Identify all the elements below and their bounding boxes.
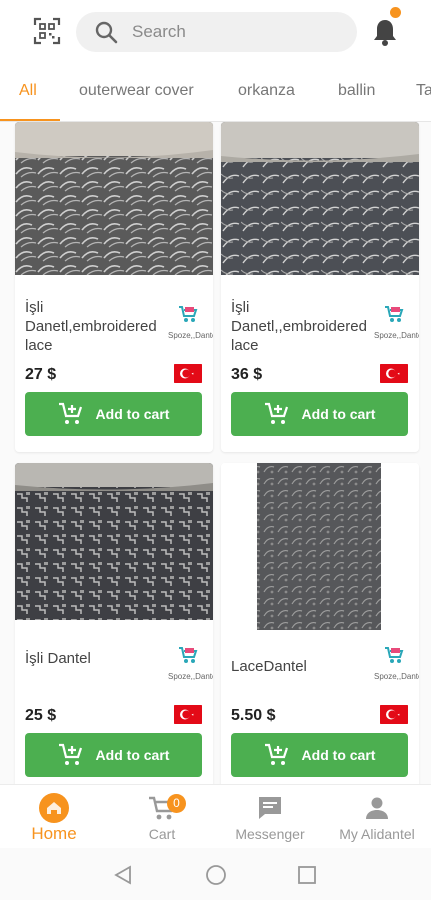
app-screen: Search All outerwear cover orkanza balli…	[0, 0, 431, 900]
store-icon	[179, 306, 198, 322]
product-price: 36 $	[231, 366, 263, 383]
product-image[interactable]	[15, 463, 213, 620]
turkey-flag-icon	[380, 705, 408, 724]
add-cart-icon	[58, 402, 82, 424]
product-card[interactable]: LaceDantel Spoze,,Dantel 5.50 $	[221, 463, 419, 784]
cart-count-badge: 0	[167, 794, 186, 813]
category-tabs: All outerwear cover orkanza ballin Ta	[0, 64, 431, 122]
system-navigation-bar	[0, 848, 431, 900]
notification-dot	[390, 7, 401, 18]
nav-my-alidantel[interactable]: My Alidantel	[323, 785, 431, 849]
search-input[interactable]: Search	[76, 12, 357, 52]
nav-cart-label: Cart	[148, 826, 176, 842]
nav-messenger-label: Messenger	[235, 826, 305, 842]
add-to-cart-label: Add to cart	[301, 406, 376, 422]
search-placeholder: Search	[132, 22, 186, 41]
scan-icon	[33, 17, 61, 45]
product-card[interactable]: İşli Dantel Spoze,,Dantel 25 $	[15, 463, 213, 784]
seller-name: Spoze,,Dantel	[374, 331, 419, 340]
tab-outerwear-cover[interactable]: outerwear cover	[79, 82, 194, 100]
nav-cart[interactable]: 0 Cart	[108, 785, 216, 849]
product-price: 5.50 $	[231, 707, 276, 724]
product-title[interactable]: LaceDantel	[231, 657, 376, 676]
home-circle-icon[interactable]	[205, 864, 227, 886]
product-title[interactable]: İşli Danetl,embroidered lace	[25, 298, 170, 355]
add-cart-icon	[58, 743, 82, 765]
add-to-cart-label: Add to cart	[95, 406, 170, 422]
seller-badge[interactable]: Spoze,,Dantel	[168, 645, 213, 682]
add-to-cart-label: Add to cart	[95, 747, 170, 763]
nav-home-label: Home	[31, 824, 77, 843]
message-icon	[259, 797, 281, 819]
bottom-navigation: Home 0 Cart Messenger My Alidantel	[0, 784, 431, 848]
product-grid: İşli Danetl,embroidered lace Spoze,,Dant…	[0, 122, 431, 784]
product-price: 27 $	[25, 366, 57, 383]
store-icon	[179, 647, 198, 663]
turkey-flag-icon	[174, 705, 202, 724]
product-image[interactable]	[221, 122, 419, 275]
add-to-cart-button[interactable]: Add to cart	[25, 733, 202, 777]
person-icon	[366, 797, 388, 819]
tab-orkanza[interactable]: orkanza	[238, 82, 295, 100]
home-icon	[39, 793, 69, 823]
seller-badge[interactable]: Spoze,,Dantel	[374, 304, 419, 341]
nav-messenger[interactable]: Messenger	[216, 785, 324, 849]
add-cart-icon	[264, 743, 288, 765]
product-card[interactable]: İşli Danetl,,embroidered lace Spoze,,Dan…	[221, 122, 419, 452]
scan-qr-button[interactable]	[32, 16, 62, 46]
top-bar: Search	[0, 0, 431, 64]
add-to-cart-button[interactable]: Add to cart	[25, 392, 202, 436]
product-image[interactable]	[221, 463, 419, 637]
nav-my-alidantel-label: My Alidantel	[339, 826, 415, 842]
seller-badge[interactable]: Spoze,,Dantel	[168, 304, 213, 341]
back-icon[interactable]	[113, 865, 133, 885]
search-icon	[95, 21, 118, 44]
seller-name: Spoze,,Dantel	[168, 331, 213, 340]
product-title[interactable]: İşli Danetl,,embroidered lace	[231, 298, 376, 355]
product-image[interactable]	[15, 122, 213, 275]
seller-badge[interactable]: Spoze,,Dantel	[374, 645, 419, 682]
bell-icon	[374, 20, 396, 46]
add-cart-icon	[264, 402, 288, 424]
notifications-button[interactable]	[370, 16, 400, 48]
add-to-cart-button[interactable]: Add to cart	[231, 733, 408, 777]
tab-all[interactable]: All	[19, 82, 37, 100]
store-icon	[385, 306, 404, 322]
nav-home[interactable]: Home	[0, 785, 108, 849]
recents-icon[interactable]	[298, 866, 316, 884]
add-to-cart-button[interactable]: Add to cart	[231, 392, 408, 436]
store-icon	[385, 647, 404, 663]
turkey-flag-icon	[174, 364, 202, 383]
product-title[interactable]: İşli Dantel	[25, 649, 170, 668]
product-price: 25 $	[25, 707, 57, 724]
seller-name: Spoze,,Dantel	[374, 672, 419, 681]
tab-more[interactable]: Ta	[416, 82, 431, 100]
seller-name: Spoze,,Dantel	[168, 672, 213, 681]
product-card[interactable]: İşli Danetl,embroidered lace Spoze,,Dant…	[15, 122, 213, 452]
turkey-flag-icon	[380, 364, 408, 383]
tab-ballin[interactable]: ballin	[338, 82, 375, 100]
add-to-cart-label: Add to cart	[301, 747, 376, 763]
